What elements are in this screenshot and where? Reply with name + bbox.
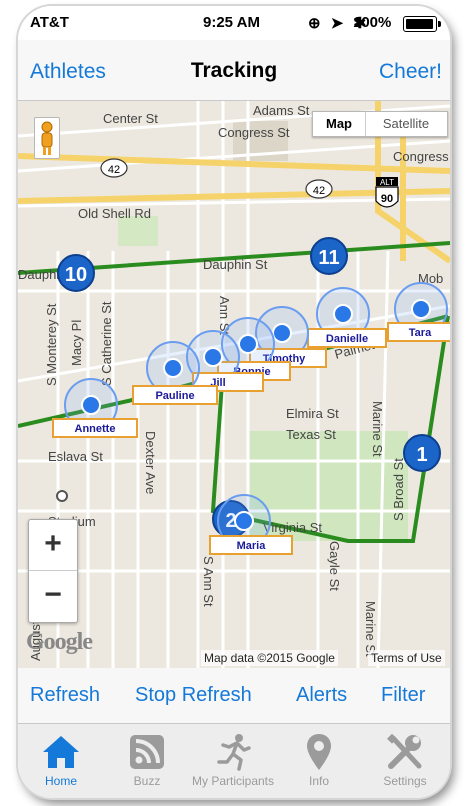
tab-info[interactable]: Info [276, 724, 362, 798]
tab-label: Home [44, 774, 77, 788]
zoom-out-button[interactable]: − [29, 571, 77, 621]
street-label: Gayle St [327, 541, 342, 591]
map-canvas[interactable]: Center St Adams St Congress St Congress … [18, 101, 450, 668]
street-label: S Broad St [391, 458, 406, 521]
mile-marker-label: 1 [416, 444, 427, 466]
route-shield: 42 [100, 158, 128, 178]
street-label: Marine St [370, 401, 385, 457]
tab-label: Buzz [133, 774, 161, 788]
tab-label: Info [308, 774, 329, 788]
map-pin-icon [307, 734, 331, 770]
phone-screen: AT&T 9:25 AM ⊕ ➤ ✱ 100% Athletes Trackin… [18, 6, 450, 798]
street-label: Elmira St [286, 406, 339, 421]
street-label: S Catherine St [99, 301, 114, 386]
mile-marker-label: 10 [65, 264, 87, 286]
street-label: Virginia St [263, 520, 322, 535]
map-view-button[interactable]: Map [313, 112, 366, 136]
cheer-button[interactable]: Cheer! [379, 60, 442, 84]
tab-my-participants[interactable]: My Participants [190, 724, 276, 798]
tracking-map[interactable]: Center St Adams St Congress St Congress … [18, 101, 450, 668]
stadium-marker [56, 490, 68, 502]
tab-label: My Participants [191, 774, 275, 788]
street-label: Texas St [286, 427, 336, 442]
street-label: Adams St [253, 103, 310, 118]
athlete-marker-danielle[interactable]: Danielle [307, 287, 387, 348]
battery-percent: 100% [353, 14, 392, 31]
athlete-name-label: Danielle [326, 333, 368, 345]
street-label: Dauphin St [203, 257, 268, 272]
athlete-name-label: Annette [75, 423, 116, 435]
street-label: Marine St [363, 601, 378, 657]
street-label: Old Shell Rd [78, 206, 151, 221]
tab-label: Settings [383, 774, 427, 788]
athlete-name-label: Pauline [155, 390, 194, 402]
satellite-view-button[interactable]: Satellite [366, 112, 446, 136]
street-label: Center St [103, 111, 158, 126]
zoom-control: + − [28, 519, 78, 623]
street-label: Congress St [218, 125, 290, 140]
zoom-in-button[interactable]: + [29, 520, 77, 571]
mile-marker[interactable]: 11 [310, 237, 348, 275]
battery-icon [403, 16, 441, 32]
tab-bar: Home Buzz My Participants Info Settings [18, 724, 450, 798]
street-label: Dexter Ave [143, 431, 158, 494]
route-shield-label: 42 [313, 185, 325, 197]
mile-marker[interactable]: 10 [57, 254, 95, 292]
us-route-shield: ALT 90 [375, 177, 399, 208]
street-view-pegman-icon[interactable] [34, 117, 60, 159]
route-shield-label: 42 [108, 164, 120, 176]
route-shield-label: ALT [380, 178, 394, 187]
athlete-name-label: Tara [409, 327, 432, 339]
home-icon [43, 736, 79, 768]
tab-home[interactable]: Home [18, 724, 104, 798]
status-time: 9:25 AM [203, 14, 260, 31]
mile-marker-label: 11 [318, 247, 339, 269]
stop-refresh-button[interactable]: Stop Refresh [135, 684, 252, 707]
tab-buzz[interactable]: Buzz [104, 724, 190, 798]
mile-marker[interactable]: 1 [403, 434, 441, 472]
terms-of-use-link[interactable]: Terms of Use [368, 650, 445, 666]
tools-icon [387, 733, 422, 769]
street-label: Macy Pl [69, 320, 84, 366]
runner-icon [217, 734, 251, 771]
street-label: S Monterey St [44, 303, 59, 386]
street-label: S Ann St [201, 556, 216, 607]
rss-icon [130, 735, 164, 769]
refresh-button[interactable]: Refresh [30, 684, 100, 707]
street-label: Eslava St [48, 449, 103, 464]
route-shield-label: 90 [381, 193, 393, 205]
navigation-bar: Athletes Tracking Cheer! [18, 40, 450, 101]
action-bar: Refresh Stop Refresh Alerts Filter [18, 668, 450, 724]
carrier-label: AT&T [30, 14, 69, 31]
route-shield: 42 [305, 179, 333, 199]
map-attribution: Map data ©2015 Google [201, 650, 338, 666]
athlete-name-label: Maria [237, 540, 267, 552]
filter-button[interactable]: Filter [381, 684, 425, 707]
status-bar: AT&T 9:25 AM ⊕ ➤ ✱ 100% [18, 6, 450, 40]
street-label: Congress S [393, 149, 450, 164]
alerts-button[interactable]: Alerts [296, 684, 347, 707]
google-logo: Google [26, 629, 93, 655]
tab-settings[interactable]: Settings [362, 724, 448, 798]
map-type-toggle[interactable]: Map Satellite [312, 111, 448, 137]
athlete-marker-annette[interactable]: Annette [52, 378, 138, 438]
